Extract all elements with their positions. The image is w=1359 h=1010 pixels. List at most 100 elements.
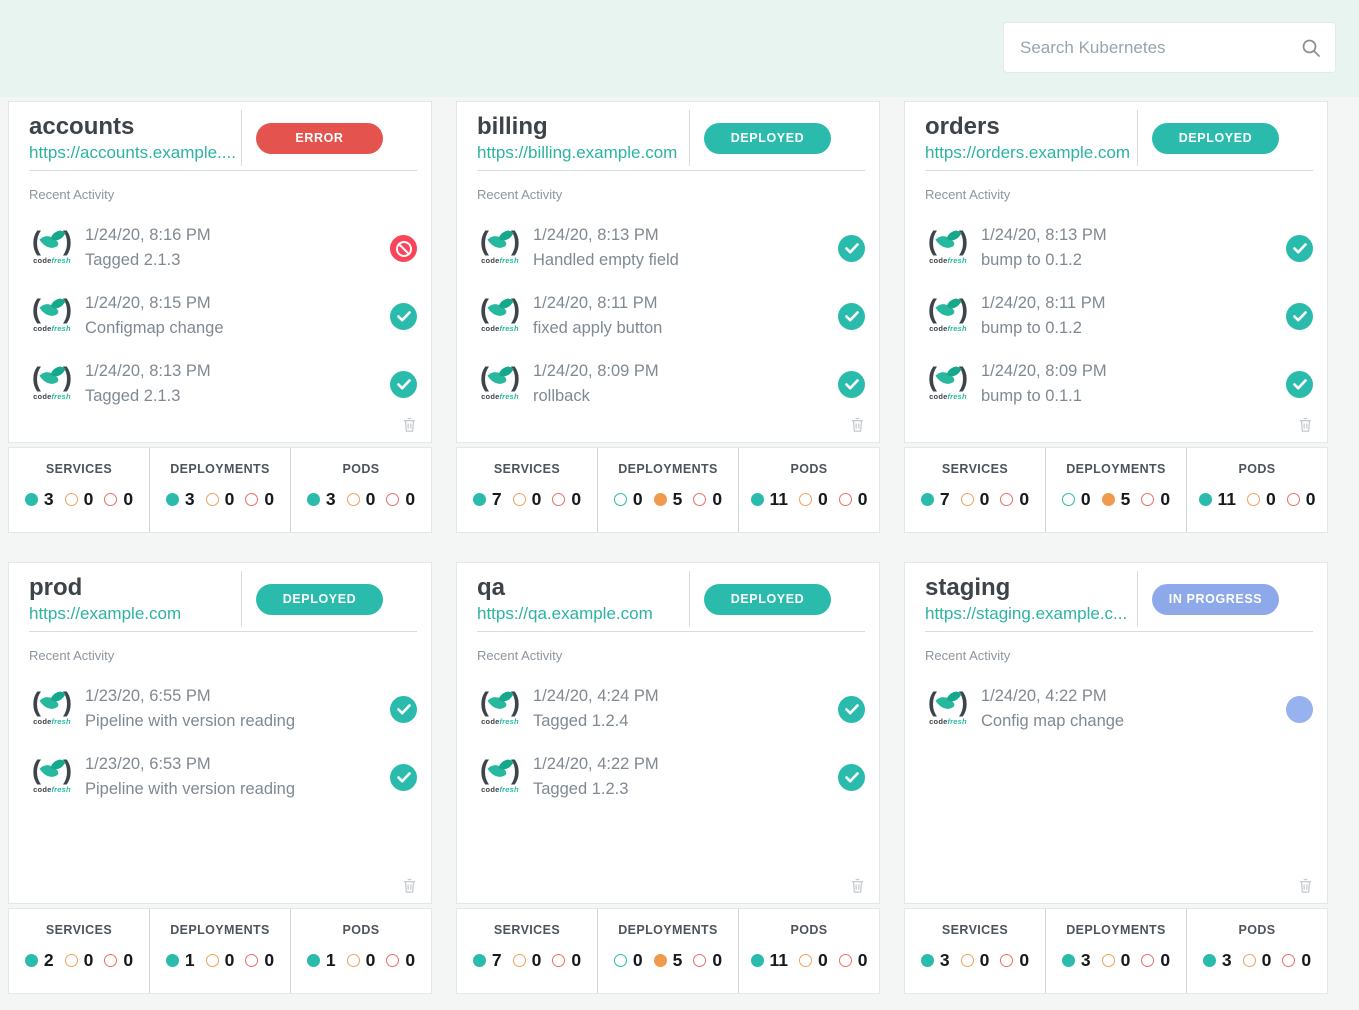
stat-count: 0 [1306,489,1316,510]
stat-dot-err [1000,954,1013,967]
stat-dot-err [693,954,706,967]
trash-icon[interactable] [850,878,865,894]
stat-label: PODS [291,923,431,937]
activity-description: bump to 0.1.2 [981,319,1286,338]
stat-count: 0 [571,489,581,510]
stat-dots: 1100 [739,489,879,510]
stat-dot-ok [1062,954,1075,967]
stat-dots: 100 [291,950,431,971]
stat-count: 1 [326,950,336,971]
search-icon[interactable] [1301,38,1321,58]
activity-timestamp: 1/23/20, 6:55 PM [85,687,390,706]
activity-timestamp: 1/24/20, 8:13 PM [85,362,390,381]
activity-status-success-icon [838,303,865,330]
environment-title: billing [477,113,683,141]
leaf-icon [489,757,511,783]
stat-dot-warn [347,954,360,967]
activity-text: 1/24/20, 8:09 PM bump to 0.1.1 [981,362,1286,406]
search-box[interactable] [1003,22,1336,73]
trash-icon[interactable] [1298,417,1313,433]
topbar [0,0,1359,97]
stat-count: 0 [1160,950,1170,971]
stat-column: PODS 1100 [738,909,879,993]
stat-count: 5 [1121,489,1131,510]
activity-status-success-icon [1286,235,1313,262]
stat-count: 7 [492,950,502,971]
stat-count: 0 [532,489,542,510]
stat-count: 0 [858,950,868,971]
environment-url-link[interactable]: https://staging.example.c... [925,604,1131,624]
activity-section: Recent Activity () codefresh 1/24/20, 8:… [457,171,879,406]
leaf-icon [41,296,63,322]
stat-count: 3 [44,489,54,510]
stat-dot-err [104,493,117,506]
stat-dots: 700 [905,489,1045,510]
activity-description: Tagged 1.2.3 [533,780,838,799]
environment-card-main: billing https://billing.example.com DEPL… [456,101,880,443]
leaf-icon [489,296,511,322]
codefresh-wordmark: codefresh [925,256,971,265]
stat-dot-ok [921,493,934,506]
stat-dots: 700 [457,950,597,971]
card-title-block: orders https://orders.example.com [925,113,1137,164]
environment-url-link[interactable]: https://example.com [29,604,235,624]
stat-label: DEPLOYMENTS [1046,923,1186,937]
recent-activity-label: Recent Activity [477,187,865,202]
trash-icon[interactable] [850,417,865,433]
stat-count: 5 [673,950,683,971]
stat-dots: 300 [905,950,1045,971]
activity-timestamp: 1/24/20, 4:22 PM [981,687,1286,706]
environment-title: prod [29,574,235,602]
environment-url-link[interactable]: https://billing.example.com [477,143,683,163]
activity-description: Tagged 1.2.4 [533,712,838,731]
codefresh-logo-icon: () codefresh [29,755,75,794]
activity-text: 1/23/20, 6:53 PM Pipeline with version r… [85,755,390,799]
stat-dot-ok [25,493,38,506]
activity-status-success-icon [390,764,417,791]
trash-icon[interactable] [402,878,417,894]
stat-column: PODS 300 [1186,909,1327,993]
stat-count: 7 [492,489,502,510]
activity-text: 1/24/20, 8:11 PM bump to 0.1.2 [981,294,1286,338]
activity-description: Pipeline with version reading [85,780,390,799]
card-title-block: prod https://example.com [29,574,241,625]
stat-label: PODS [291,462,431,476]
status-badge: DEPLOYED [256,584,383,615]
activity-item: () codefresh 1/24/20, 4:22 PM Tagged 1.2… [477,755,865,799]
stat-dot-err [386,954,399,967]
activity-status-success-icon [838,764,865,791]
recent-activity-label: Recent Activity [925,187,1313,202]
stat-dot-ok [473,493,486,506]
stat-label: PODS [1187,462,1327,476]
activity-description: Tagged 2.1.3 [85,387,390,406]
environment-url-link[interactable]: https://accounts.example.... [29,143,235,163]
stat-dot-ok [921,954,934,967]
environment-card: qa https://qa.example.com DEPLOYED Recen… [456,562,880,994]
stat-dots: 300 [1187,950,1327,971]
environment-card: prod https://example.com DEPLOYED Recent… [8,562,432,994]
activity-description: Tagged 2.1.3 [85,251,390,270]
stat-dot-ok [1062,493,1075,506]
environment-url-link[interactable]: https://qa.example.com [477,604,683,624]
stat-dot-err [839,954,852,967]
stat-dot-warn [654,954,667,967]
card-stats-footer: SERVICES 700 DEPLOYMENTS 050 PODS 1100 [456,447,880,533]
activity-description: Handled empty field [533,251,838,270]
stat-count: 3 [940,950,950,971]
stat-count: 0 [264,489,274,510]
recent-activity-label: Recent Activity [29,187,417,202]
trash-icon[interactable] [1298,878,1313,894]
stat-dot-warn [961,493,974,506]
environment-url-link[interactable]: https://orders.example.com [925,143,1131,163]
environment-title: qa [477,574,683,602]
stat-dot-ok [473,954,486,967]
environment-title: accounts [29,113,235,141]
search-input[interactable] [1018,37,1301,59]
card-title-block: staging https://staging.example.c... [925,574,1137,625]
trash-icon[interactable] [402,417,417,433]
status-badge: ERROR [256,123,383,154]
activity-description: Config map change [981,712,1286,731]
stat-count: 5 [673,489,683,510]
stat-label: SERVICES [9,923,149,937]
codefresh-wordmark: codefresh [477,717,523,726]
